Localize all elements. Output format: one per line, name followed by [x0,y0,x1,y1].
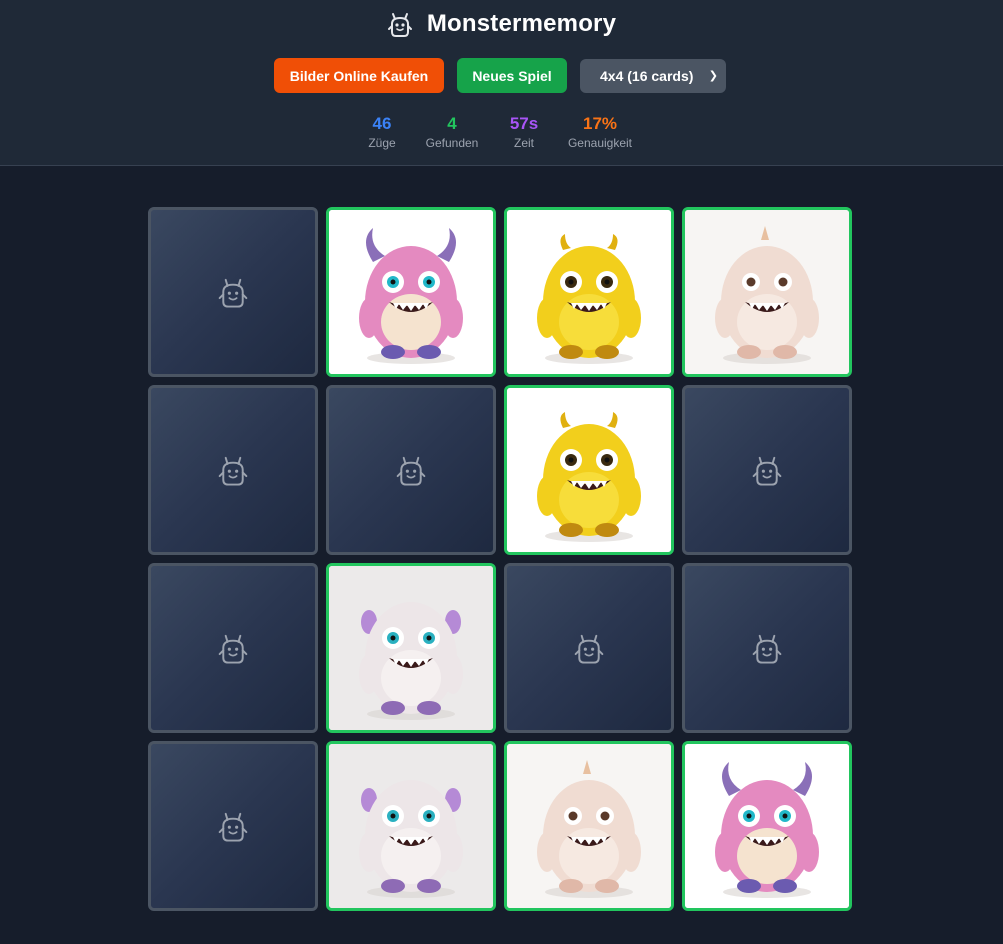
monster-illustration [685,210,849,374]
monster-illustration [507,744,671,908]
new-game-button[interactable]: Neues Spiel [457,58,567,93]
card-matched-white[interactable] [326,563,496,733]
game-board [148,207,852,911]
monster-icon [218,634,248,664]
card-hidden[interactable] [682,563,852,733]
monster-illustration [329,566,493,730]
card-hidden[interactable] [504,563,674,733]
stats-bar: 46 Züge 4 Gefunden 57s Zeit 17% Genauigk… [0,113,1003,150]
monster-icon [752,456,782,486]
stat-found-label: Gefunden [425,136,479,150]
buy-images-button[interactable]: Bilder Online Kaufen [274,58,444,93]
card-matched-pink[interactable] [326,207,496,377]
monster-icon [387,13,412,37]
board-size-select[interactable]: 4x4 (16 cards) ❯ [580,58,726,93]
card-hidden[interactable] [148,563,318,733]
monster-illustration [329,744,493,908]
monster-icon [218,278,248,308]
stat-time-label: Zeit [513,136,534,150]
chevron-down-icon: ❯ [708,70,718,82]
monster-illustration [329,210,493,374]
monster-icon [396,456,426,486]
card-matched-cream[interactable] [504,741,674,911]
monster-icon [218,812,248,842]
stat-accuracy-value: 17% [582,114,618,133]
stat-moves-value: 46 [372,114,392,133]
monster-icon [574,634,604,664]
stat-accuracy-label: Genauigkeit [567,136,633,150]
stat-moves: 46 Züge [353,113,411,150]
monster-illustration [685,744,849,908]
stat-found: 4 Gefunden [417,113,487,150]
card-hidden[interactable] [148,741,318,911]
controls: Bilder Online Kaufen Neues Spiel 4x4 (16… [274,58,726,93]
app-title: Monstermemory [426,10,617,37]
header: Monstermemory Bilder Online Kaufen Neues… [0,0,1003,166]
card-matched-yellow[interactable] [504,207,674,377]
card-hidden[interactable] [682,385,852,555]
stat-found-value: 4 [447,114,457,133]
monster-illustration [507,388,671,552]
monster-illustration [507,210,671,374]
monster-icon [218,456,248,486]
card-matched-pink[interactable] [682,741,852,911]
title-row: Monstermemory [0,10,1003,38]
stat-accuracy: 17% Genauigkeit [561,113,639,150]
stat-time-value: 57s [509,114,539,133]
card-hidden[interactable] [326,385,496,555]
card-matched-yellow[interactable] [504,385,674,555]
board-size-value: 4x4 (16 cards) [600,67,694,84]
card-hidden[interactable] [148,207,318,377]
card-matched-cream[interactable] [682,207,852,377]
stat-moves-label: Züge [368,136,396,150]
card-hidden[interactable] [148,385,318,555]
stat-time: 57s Zeit [499,113,549,150]
card-matched-white[interactable] [326,741,496,911]
monster-icon [752,634,782,664]
